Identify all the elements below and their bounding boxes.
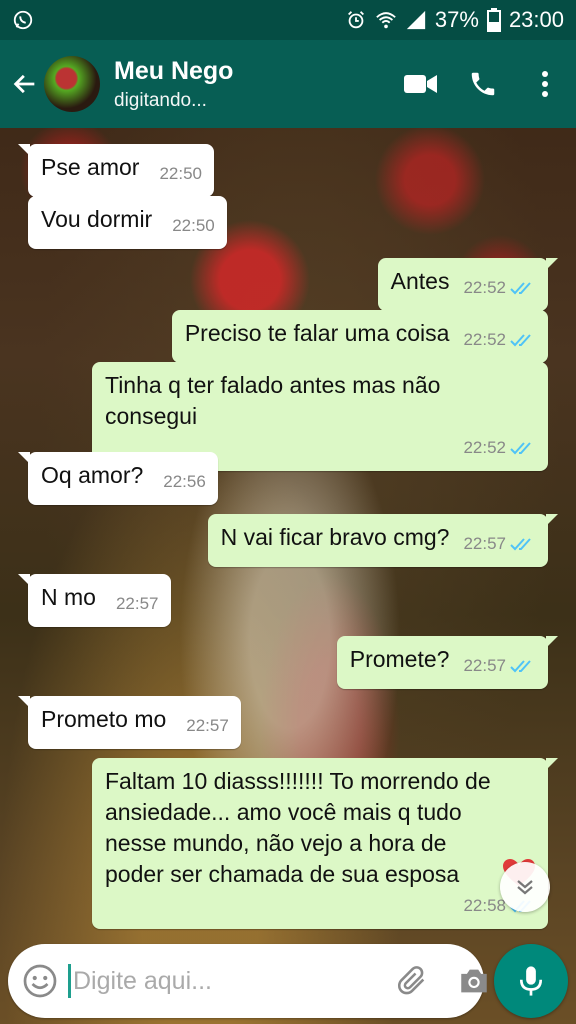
chat-header: Meu Nego digitando...	[0, 40, 576, 128]
emoji-icon	[23, 964, 57, 998]
message-outgoing[interactable]: Promete? 22:57	[336, 636, 559, 689]
avatar[interactable]	[44, 56, 100, 112]
contact-status: digitando...	[114, 89, 207, 111]
microphone-icon	[519, 966, 543, 996]
arrow-back-icon	[13, 74, 35, 94]
message-time: 22:57	[463, 656, 506, 675]
message-incoming[interactable]: Vou dormir 22:50	[28, 196, 227, 249]
paperclip-icon	[397, 966, 425, 995]
status-bar: 37% 23:00	[0, 0, 576, 40]
message-input[interactable]	[68, 964, 395, 998]
scroll-to-bottom-button[interactable]	[500, 862, 550, 912]
contact-info[interactable]: Meu Nego digitando...	[114, 57, 390, 112]
message-time: 22:57	[115, 594, 159, 613]
message-time: 22:50	[172, 216, 215, 235]
back-button[interactable]	[0, 40, 50, 128]
message-outgoing[interactable]: Preciso te falar uma coisa 22:52	[171, 310, 548, 363]
message-text: Preciso te falar uma coisa	[184, 320, 450, 346]
message-time: 22:57	[186, 716, 229, 735]
message-time: 22:52	[463, 330, 506, 349]
message-incoming[interactable]: Prometo mo 22:57	[18, 696, 241, 749]
message-text: N vai ficar bravo cmg?	[220, 524, 450, 550]
message-text: Pse amor	[41, 154, 140, 180]
emoji-button[interactable]	[22, 961, 58, 1001]
message-list[interactable]: Pse amor 22:50 Vou dormir 22:50 Antes 22:52…	[0, 128, 576, 940]
video-call-icon	[404, 75, 437, 93]
message-text: Faltam 10 diasss!!!!!!! To morrendo de a…	[105, 768, 491, 887]
message-time: 22:50	[159, 164, 202, 183]
wifi-icon	[376, 12, 396, 29]
message-outgoing[interactable]: N vai ficar bravo cmg? 22:57	[207, 514, 559, 567]
compose-bar	[8, 944, 487, 1018]
chevron-double-down-icon	[517, 880, 533, 895]
message-text: N mo	[41, 584, 96, 610]
message-time: 22:52	[463, 438, 506, 457]
message-incoming[interactable]: Pse amor 22:50	[18, 144, 214, 197]
read-ticks-icon	[510, 441, 531, 454]
voice-call-button[interactable]	[452, 40, 514, 128]
read-ticks-icon	[510, 659, 531, 672]
whatsapp-notification-icon	[13, 10, 33, 30]
contact-name: Meu Nego	[114, 56, 234, 85]
camera-button[interactable]	[457, 961, 491, 1001]
message-text: Promete?	[349, 646, 450, 672]
more-options-button[interactable]	[514, 40, 576, 128]
alarm-icon	[347, 11, 364, 29]
message-outgoing[interactable]: Faltam 10 diasss!!!!!!! To morrendo de a…	[92, 758, 558, 929]
message-text: Oq amor?	[41, 462, 144, 488]
voice-message-button[interactable]	[494, 944, 568, 1018]
camera-icon	[461, 969, 487, 993]
battery-percent: 37%	[434, 7, 479, 32]
message-incoming[interactable]: Oq amor? 22:56	[18, 452, 218, 505]
message-text: Vou dormir	[41, 206, 153, 232]
read-ticks-icon	[510, 537, 531, 550]
message-incoming[interactable]: N mo 22:57	[18, 574, 171, 627]
attach-button[interactable]	[395, 961, 429, 1001]
battery-icon	[486, 8, 501, 32]
message-outgoing[interactable]: Antes 22:52	[377, 258, 559, 311]
video-call-button[interactable]	[390, 40, 452, 128]
read-ticks-icon	[510, 333, 531, 346]
message-text: Tinha q ter falado antes mas não consegu…	[105, 372, 441, 429]
more-vertical-icon	[542, 71, 548, 97]
signal-icon	[406, 10, 426, 30]
read-ticks-icon	[510, 281, 531, 294]
message-text: Prometo mo	[41, 706, 167, 732]
message-time: 22:57	[463, 534, 506, 553]
message-time: 22:52	[463, 278, 506, 297]
phone-icon	[471, 72, 495, 96]
message-time: 22:56	[163, 472, 206, 491]
clock: 23:00	[508, 7, 564, 32]
message-text: Antes	[390, 268, 450, 294]
message-time: 22:58	[463, 896, 506, 915]
